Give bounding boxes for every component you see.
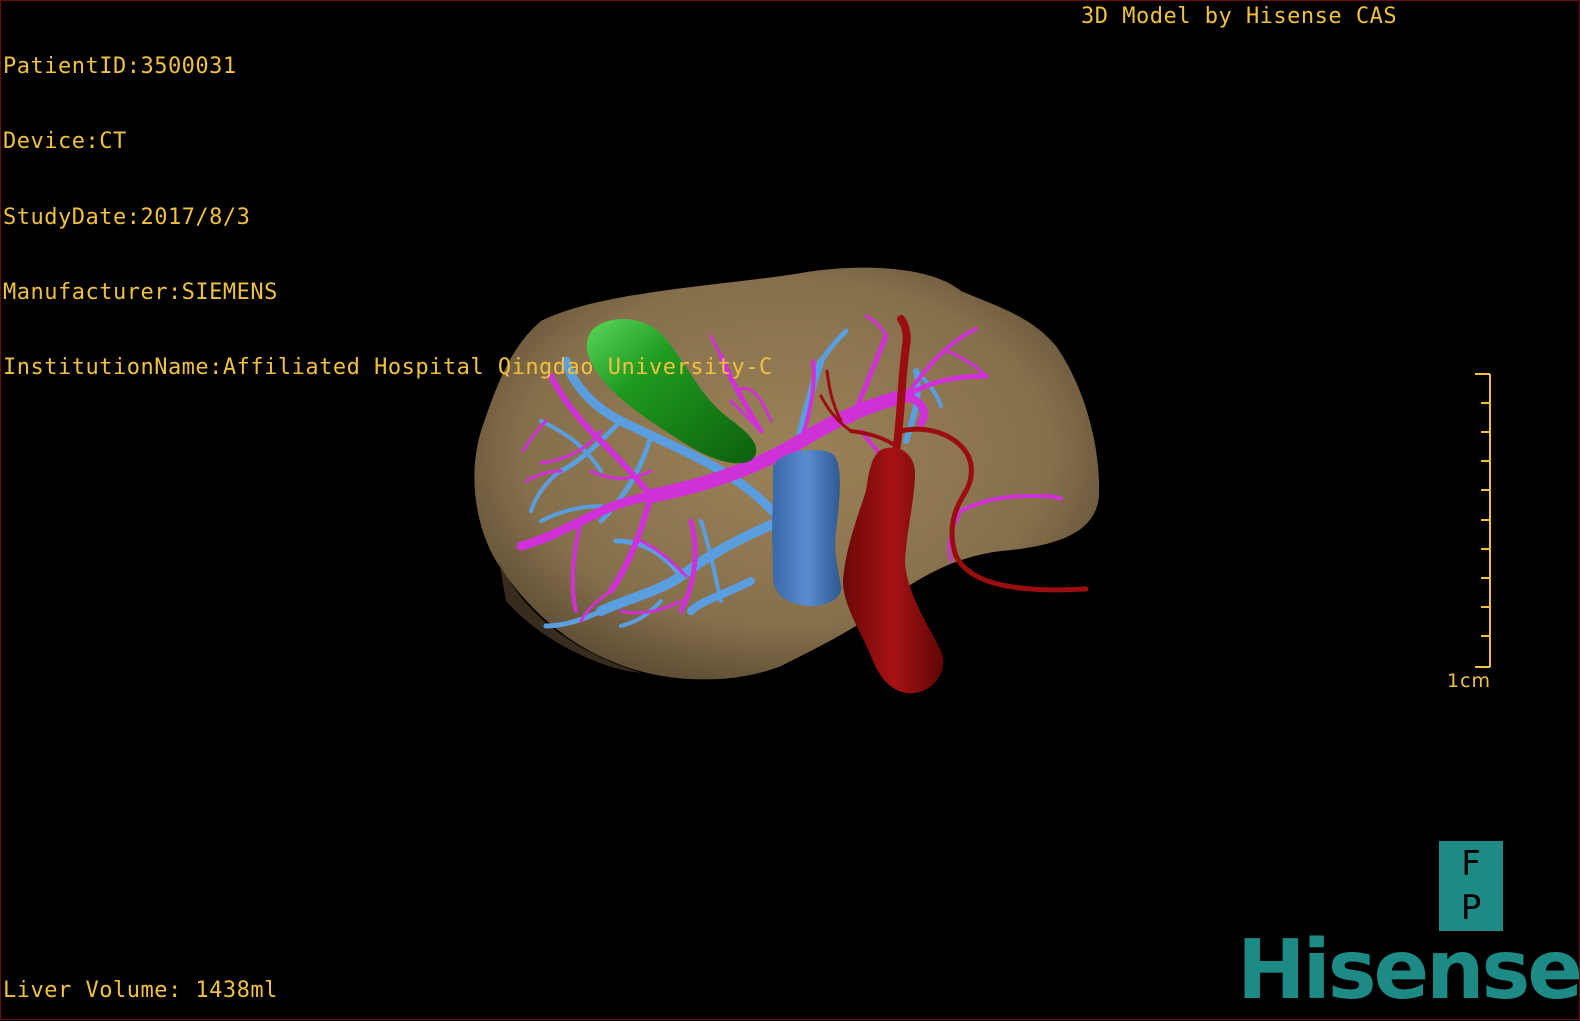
hisense-logo: Hisense [1237,923,1580,1018]
institution-name: InstitutionName:Affiliated Hospital Qing… [3,355,773,381]
device: Device:CT [3,129,127,155]
manufacturer: Manufacturer:SIEMENS [3,279,278,305]
scale-bar [1475,373,1491,668]
orientation-posterior-letter: P [1460,888,1482,928]
scale-label: 1cm [1447,670,1492,692]
orientation-badge[interactable]: F P [1439,841,1503,931]
3d-viewport[interactable]: PatientID:3500031 Device:CT StudyDate:20… [0,0,1580,1020]
patient-info-overlay: PatientID:3500031 Device:CT StudyDate:20… [3,4,773,430]
model-credit: 3D Model by Hisense CAS [1081,4,1398,29]
patient-id: PatientID:3500031 [3,54,237,79]
study-date: StudyDate:2017/8/3 [3,204,251,230]
orientation-front-letter: F [1461,844,1481,884]
liver-volume: Liver Volume: 1438ml [3,978,278,1003]
inferior-vena-cava [772,449,842,607]
